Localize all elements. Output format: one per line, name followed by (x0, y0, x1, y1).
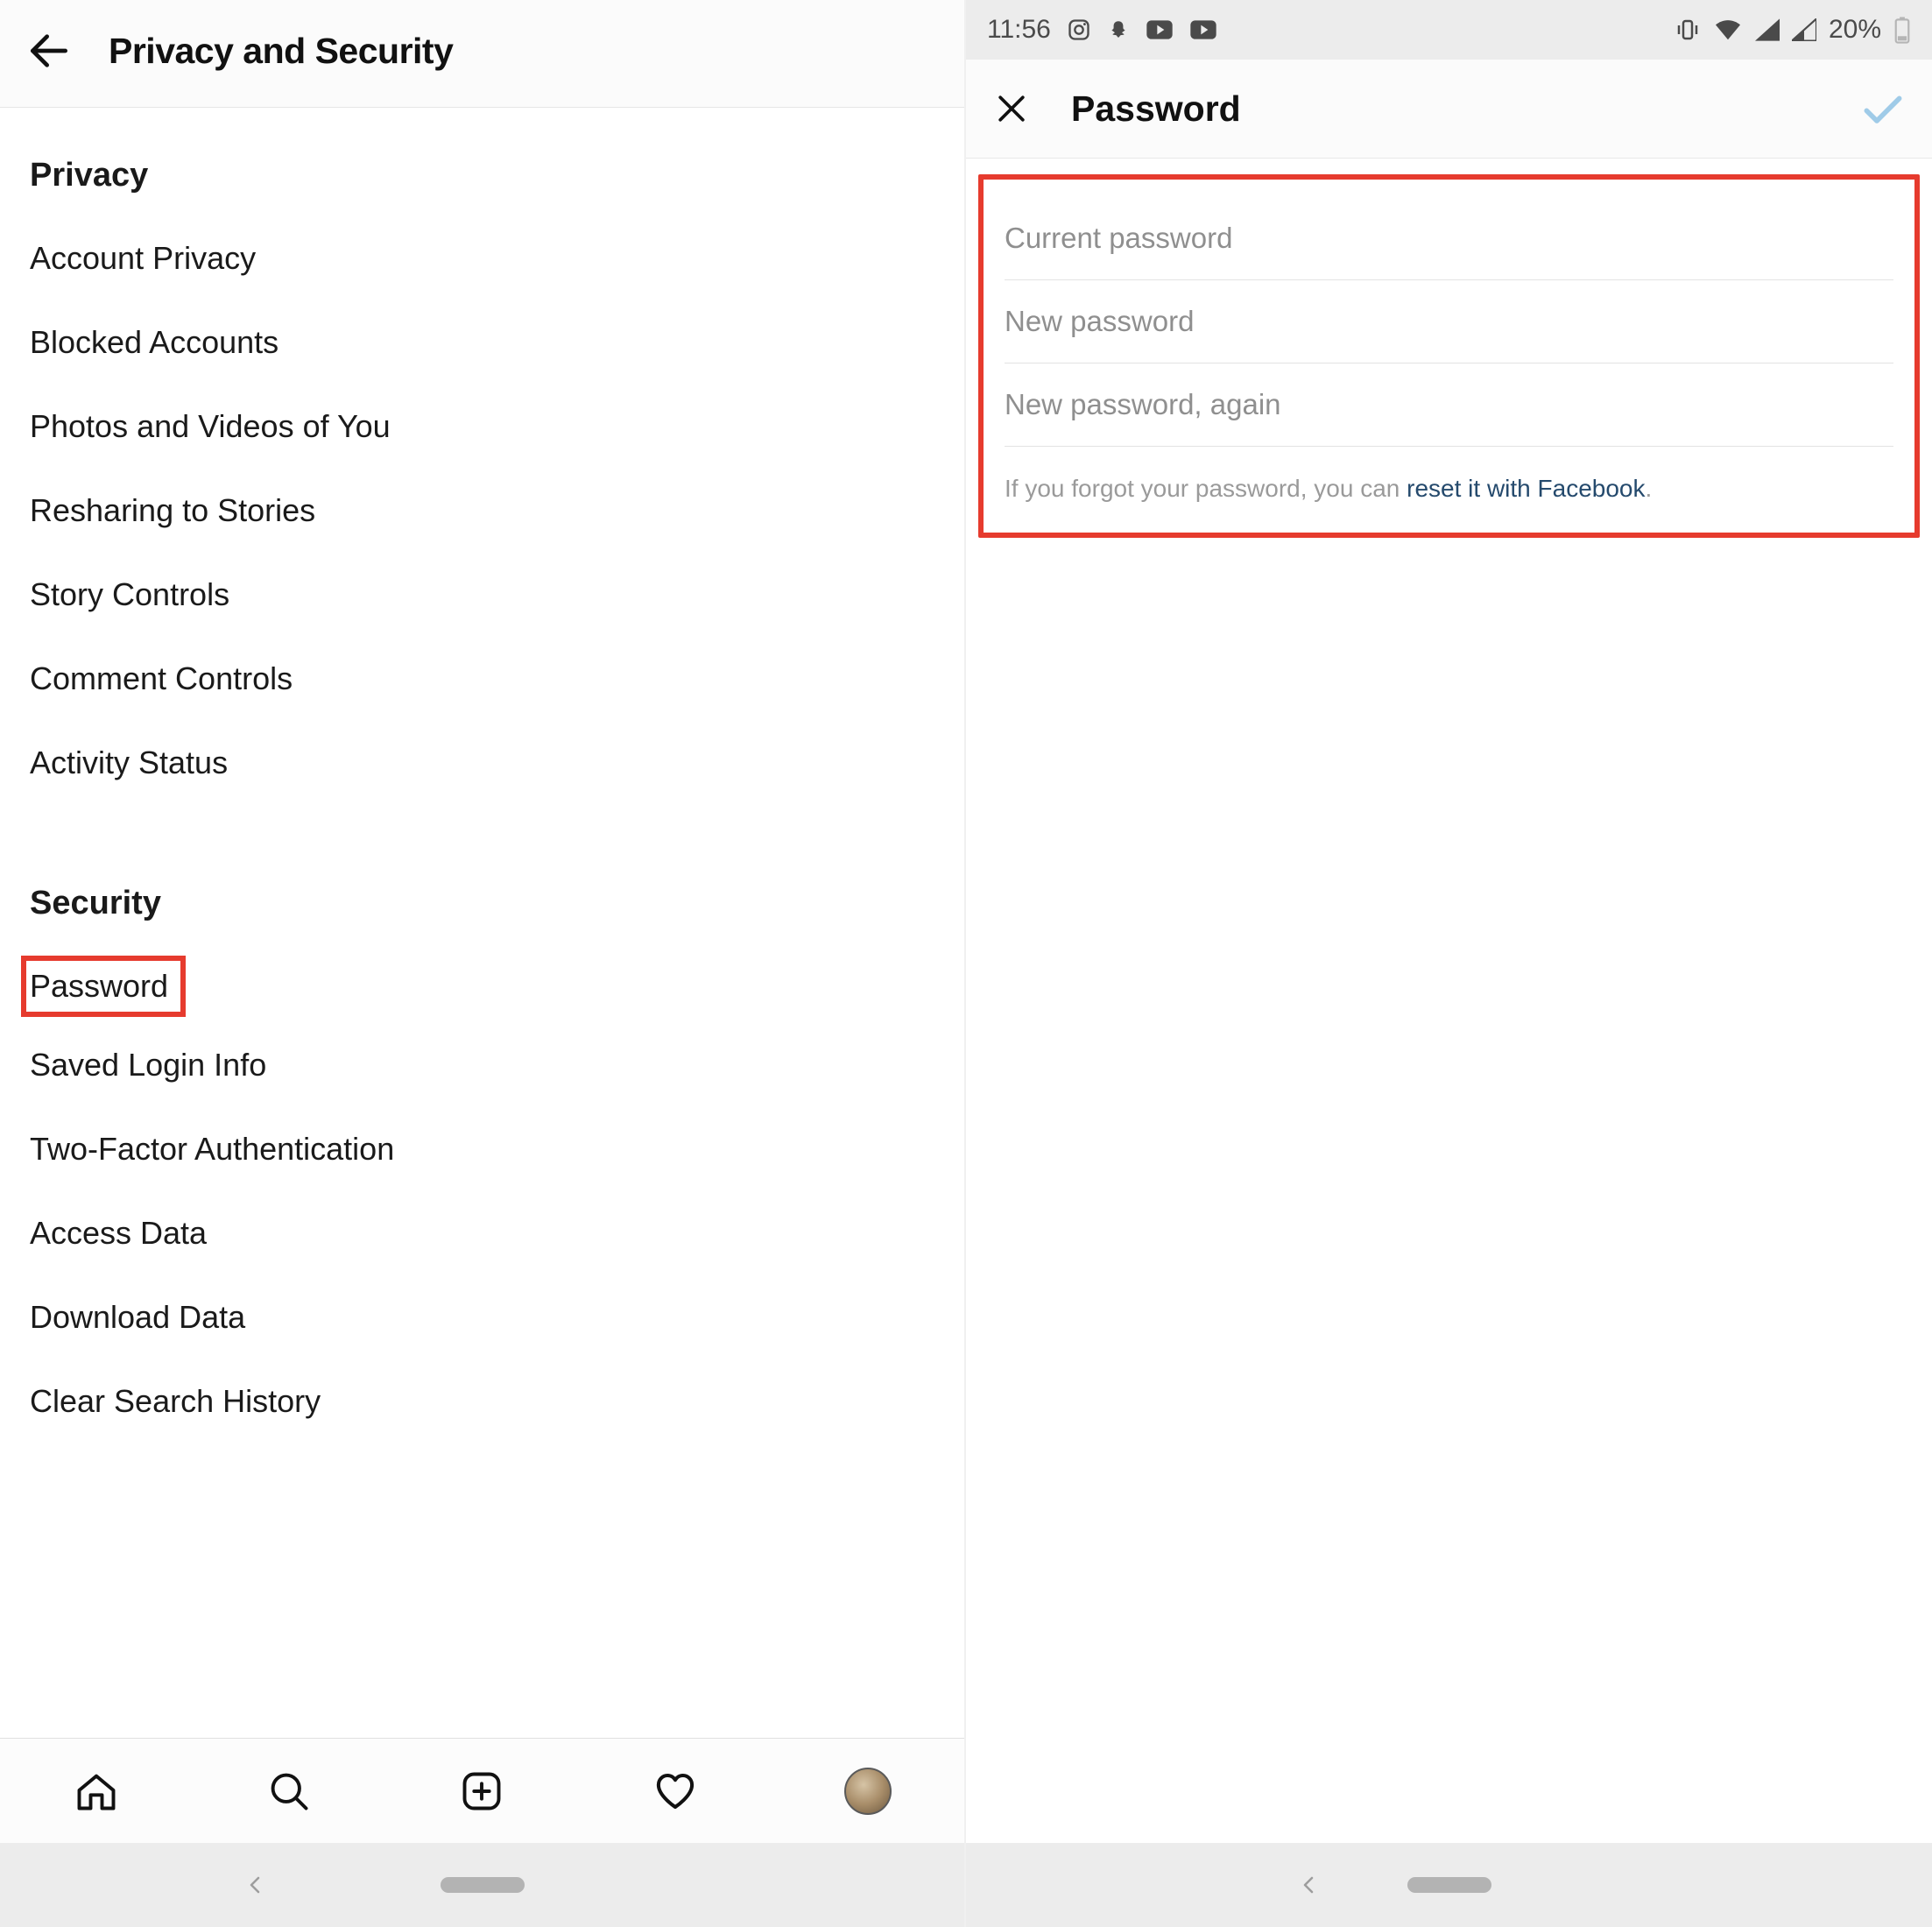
settings-item-two-factor[interactable]: Two-Factor Authentication (30, 1131, 934, 1215)
page-title: Password (1071, 88, 1241, 130)
system-home-pill[interactable] (1407, 1877, 1491, 1893)
screen-password: 11:56 (966, 0, 1932, 1927)
section-privacy: Privacy Account Privacy Blocked Accounts… (30, 157, 934, 829)
home-icon[interactable] (72, 1767, 121, 1816)
signal-icon (1755, 18, 1780, 41)
settings-item-account-privacy[interactable]: Account Privacy (30, 240, 934, 324)
settings-item-blocked-accounts[interactable]: Blocked Accounts (30, 324, 934, 408)
helper-text-prefix: If you forgot your password, you can (1005, 475, 1407, 502)
activity-heart-icon[interactable] (651, 1767, 700, 1816)
add-post-icon[interactable] (457, 1767, 506, 1816)
youtube-status-icon (1146, 19, 1174, 40)
system-home-pill[interactable] (441, 1877, 525, 1893)
forgot-password-helper: If you forgot your password, you can res… (1005, 447, 1893, 508)
new-password-field[interactable] (1005, 280, 1893, 364)
settings-item-photos-videos[interactable]: Photos and Videos of You (30, 408, 934, 492)
status-time: 11:56 (987, 15, 1051, 45)
battery-icon (1893, 16, 1911, 44)
settings-item-access-data[interactable]: Access Data (30, 1215, 934, 1299)
system-back-icon[interactable] (245, 1869, 266, 1901)
youtube-status-icon (1189, 19, 1217, 40)
reset-with-facebook-link[interactable]: reset it with Facebook (1407, 475, 1645, 502)
section-security: Security Password Saved Login Info Two-F… (30, 885, 934, 1467)
section-title-privacy: Privacy (30, 157, 934, 194)
new-password-again-field[interactable] (1005, 364, 1893, 447)
search-icon[interactable] (264, 1767, 314, 1816)
instagram-status-icon (1067, 18, 1091, 42)
system-nav-bar (0, 1843, 964, 1927)
system-status-bar: 11:56 (966, 0, 1932, 60)
settings-item-password[interactable]: Password (26, 961, 180, 1012)
bottom-tab-bar (0, 1738, 964, 1843)
system-nav-bar (966, 1843, 1932, 1927)
page-title: Privacy and Security (109, 31, 453, 72)
helper-text-suffix: . (1645, 475, 1652, 502)
settings-list: Privacy Account Privacy Blocked Accounts… (0, 108, 964, 1738)
profile-avatar-icon[interactable] (843, 1767, 892, 1816)
close-icon[interactable] (991, 88, 1033, 130)
system-back-icon[interactable] (1299, 1869, 1320, 1901)
settings-item-activity-status[interactable]: Activity Status (30, 745, 934, 829)
settings-item-clear-search[interactable]: Clear Search History (30, 1383, 934, 1467)
snapchat-status-icon (1107, 18, 1130, 41)
settings-item-download-data[interactable]: Download Data (30, 1299, 934, 1383)
app-header: Password (966, 60, 1932, 159)
section-title-security: Security (30, 885, 934, 922)
settings-item-saved-login[interactable]: Saved Login Info (30, 1047, 934, 1131)
settings-item-resharing-stories[interactable]: Resharing to Stories (30, 492, 934, 576)
signal-icon (1792, 18, 1816, 41)
back-icon[interactable] (25, 26, 74, 75)
current-password-field[interactable] (1005, 197, 1893, 280)
battery-percent: 20% (1829, 15, 1881, 45)
vibrate-icon (1675, 17, 1701, 43)
settings-item-story-controls[interactable]: Story Controls (30, 576, 934, 660)
app-header: Privacy and Security (0, 0, 964, 108)
password-form-highlight: If you forgot your password, you can res… (978, 174, 1920, 538)
settings-item-comment-controls[interactable]: Comment Controls (30, 660, 934, 745)
screen-privacy-security: Privacy and Security Privacy Account Pri… (0, 0, 966, 1927)
wifi-icon (1713, 18, 1743, 42)
confirm-check-icon[interactable] (1858, 84, 1907, 133)
